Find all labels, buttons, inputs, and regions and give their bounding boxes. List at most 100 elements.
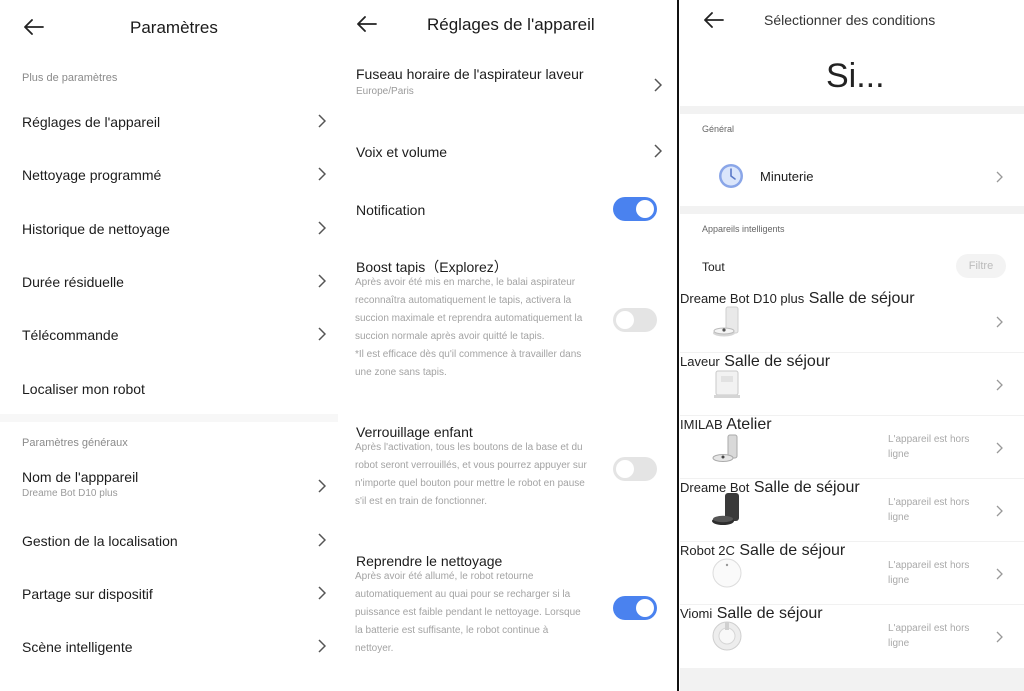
section-header-general-settings: Paramètres généraux: [22, 437, 128, 449]
setting-boost-carpet: Boost tapis（Explorez） Après avoir été mi…: [338, 250, 678, 390]
section-gap: [680, 106, 1024, 114]
device-room: Salle de séjour: [739, 542, 846, 559]
menu-item-remote-control[interactable]: Télécommande: [0, 314, 338, 356]
setting-label: Notification: [356, 202, 426, 218]
filter-all-tab[interactable]: Tout: [702, 260, 725, 274]
menu-item-device-settings[interactable]: Réglages de l'appareil: [0, 101, 338, 143]
boost-carpet-toggle[interactable]: [613, 308, 657, 332]
menu-item-locate-robot[interactable]: Localiser mon robot: [0, 368, 338, 410]
page-title: Réglages de l'appareil: [427, 15, 595, 34]
back-arrow-icon[interactable]: [704, 12, 726, 28]
device-settings-panel: Réglages de l'appareil Fuseau horaire de…: [338, 0, 678, 691]
device-item-imilab[interactable]: IMILAB Atelier L'appareil est hors ligne: [680, 416, 1024, 479]
chevron-right-icon: [318, 639, 328, 655]
menu-item-label: Nettoyage programmé: [22, 167, 162, 183]
back-arrow-icon[interactable]: [24, 19, 46, 35]
page-title: Paramètres: [130, 18, 218, 37]
condition-label: Minuterie: [760, 169, 814, 184]
chevron-right-icon: [318, 114, 328, 130]
description-line: puissance est faible pendant le nettoyag…: [355, 607, 581, 618]
section-header-general: Général: [702, 124, 735, 134]
device-item-viomi[interactable]: Viomi Salle de séjour L'appareil est hor…: [680, 605, 1024, 668]
menu-item-timezone[interactable]: Fuseau horaire de l'aspirateur laveur Eu…: [338, 60, 678, 110]
status-line: ligne: [888, 638, 910, 649]
chevron-right-icon: [654, 78, 664, 94]
menu-item-label: Scène intelligente: [22, 639, 133, 655]
description-line: n'importe quel bouton pour mettre le rob…: [355, 478, 585, 489]
status-line: ligne: [888, 575, 910, 586]
setting-description: Après avoir été allumé, le robot retourn…: [355, 568, 581, 658]
toggle-knob: [616, 311, 634, 329]
back-arrow-icon[interactable]: [357, 16, 379, 32]
device-item-laveur[interactable]: Laveur Salle de séjour: [680, 353, 1024, 416]
menu-item-label: Localiser mon robot: [22, 381, 145, 397]
child-lock-toggle[interactable]: [613, 457, 657, 481]
device-item-robot-2c[interactable]: Robot 2C Salle de séjour L'appareil est …: [680, 542, 1024, 605]
notification-toggle[interactable]: [613, 197, 657, 221]
conditions-panel: Sélectionner des conditions Si... Généra…: [680, 0, 1024, 691]
if-heading: Si...: [826, 57, 885, 95]
status-line: ligne: [888, 512, 910, 523]
device-status: L'appareil est hors ligne: [888, 432, 980, 462]
panel-divider: [677, 0, 679, 691]
menu-item-label: Nom de l'apppareil: [22, 469, 139, 485]
status-line: L'appareil est hors: [888, 497, 970, 508]
menu-item-scheduled-cleaning[interactable]: Nettoyage programmé: [0, 154, 338, 196]
description-line: reconnaîtra automatiquement le tapis, ac…: [355, 295, 572, 306]
menu-item-device-sharing[interactable]: Partage sur dispositif: [0, 573, 338, 615]
menu-item-label: Réglages de l'appareil: [22, 114, 161, 130]
device-item-dreame-d10[interactable]: Dreame Bot D10 plus Salle de séjour: [680, 290, 1024, 353]
menu-item-device-name[interactable]: Nom de l'apppareil Dreame Bot D10 plus: [0, 462, 338, 512]
device-name-value: Dreame Bot D10 plus: [22, 488, 118, 499]
description-line: Après l'activation, tous les boutons de …: [355, 442, 583, 453]
chevron-right-icon: [996, 630, 1006, 646]
section-header-more-settings: Plus de paramètres: [22, 72, 118, 84]
setting-child-lock: Verrouillage enfant Après l'activation, …: [338, 417, 678, 517]
resume-cleaning-toggle[interactable]: [613, 596, 657, 620]
chevron-right-icon: [996, 378, 1006, 394]
chevron-right-icon: [318, 274, 328, 290]
device-item-dreame-bot[interactable]: Dreame Bot Salle de séjour L'appareil es…: [680, 479, 1024, 542]
status-line: ligne: [888, 449, 910, 460]
robot-vacuum-icon: [710, 556, 744, 590]
menu-item-label: Voix et volume: [356, 144, 448, 160]
toggle-knob: [636, 599, 654, 617]
chevron-right-icon: [996, 567, 1006, 583]
chevron-right-icon: [996, 504, 1006, 520]
toggle-knob: [636, 200, 654, 218]
menu-item-voice-volume[interactable]: Voix et volume: [338, 132, 678, 172]
menu-item-label: Gestion de la localisation: [22, 533, 178, 549]
menu-item-cleaning-history[interactable]: Historique de nettoyage: [0, 208, 338, 250]
section-divider: [0, 414, 338, 422]
setting-label: Verrouillage enfant: [356, 424, 473, 440]
description-line: une zone sans tapis.: [355, 367, 447, 378]
chevron-right-icon: [318, 221, 328, 237]
menu-item-location-management[interactable]: Gestion de la localisation: [0, 520, 338, 562]
settings-panel: Paramètres Plus de paramètres Réglages d…: [0, 0, 338, 691]
chevron-right-icon: [318, 586, 328, 602]
status-line: L'appareil est hors: [888, 623, 970, 634]
menu-item-label: Partage sur dispositif: [22, 586, 153, 602]
device-room: Salle de séjour: [753, 479, 860, 496]
chevron-right-icon: [654, 144, 664, 160]
washer-station-icon: [710, 367, 744, 401]
menu-item-remaining-time[interactable]: Durée résiduelle: [0, 261, 338, 303]
description-line: robot seront verrouillés, et vous pourre…: [355, 460, 587, 471]
description-line: Après avoir été mis en marche, le balai …: [355, 277, 576, 288]
chevron-right-icon: [318, 479, 328, 495]
robot-station-icon: [710, 491, 744, 525]
description-line: automatiquement au quai pour se recharge…: [355, 589, 571, 600]
condition-item-timer[interactable]: Minuterie: [680, 146, 1024, 206]
filter-button[interactable]: Filtre: [956, 254, 1006, 278]
setting-notification: Notification: [338, 190, 678, 230]
clock-icon: [714, 159, 748, 193]
robot-station-icon: [710, 304, 744, 338]
status-line: L'appareil est hors: [888, 434, 970, 445]
chevron-right-icon: [318, 167, 328, 183]
status-line: L'appareil est hors: [888, 560, 970, 571]
description-line: succion normale après avoir quitté le ta…: [355, 331, 545, 342]
chevron-right-icon: [318, 327, 328, 343]
description-line: Après avoir été allumé, le robot retourn…: [355, 571, 534, 582]
menu-item-smart-scene[interactable]: Scène intelligente: [0, 626, 338, 668]
chevron-right-icon: [996, 441, 1006, 457]
